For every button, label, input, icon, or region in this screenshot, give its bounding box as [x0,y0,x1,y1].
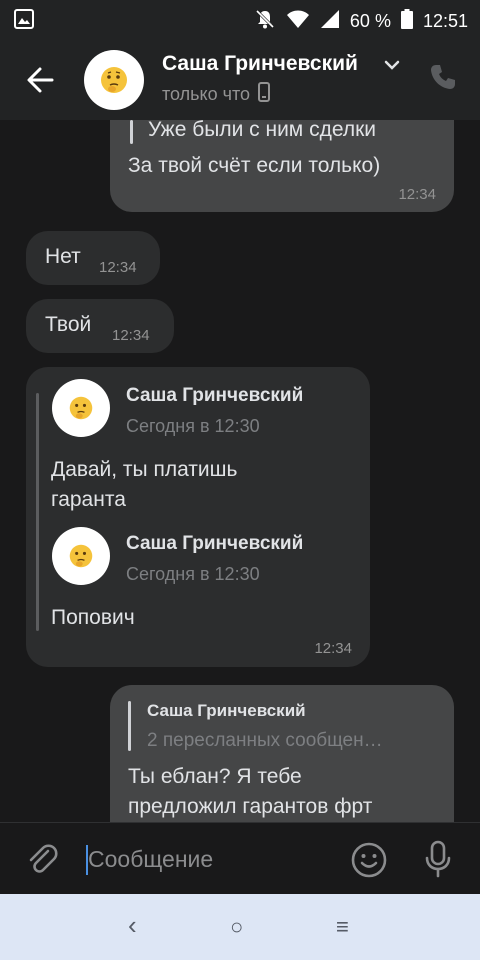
message-text: Твой [45,313,92,336]
reply-quote-text: 2 пересланных сообщен… [147,730,383,751]
thinking-face-icon [69,396,93,420]
battery-percent: 60 % [349,11,391,31]
back-button[interactable] [22,60,62,100]
message-time: 12:34 [314,640,352,657]
image-notification-icon [14,9,34,34]
online-status: только что [162,82,271,107]
forward-author[interactable]: Саша Гринчевский [126,385,303,407]
message-text: Нет [45,245,81,268]
status-text: только что [162,84,251,104]
phone-icon [431,65,455,89]
message-bubble-forwarded[interactable]: Саша Гринчевский Сегодня в 12:30 Давай, … [26,367,370,667]
mute-icon [254,8,276,35]
message-text: За твой счёт если только) [128,154,381,177]
system-nav-bar: ‹ ○ ≡ [0,894,480,960]
nav-home-button[interactable]: ○ [230,914,243,940]
forward-text: гаранта [51,488,126,511]
paperclip-icon [29,844,58,873]
message-time: 12:34 [398,186,436,203]
nav-recents-button[interactable]: ≡ [336,914,349,940]
forward-text: Давай, ты платишь [51,458,238,481]
signal-icon [320,9,340,34]
clock: 12:51 [422,11,468,31]
forward-avatar[interactable] [52,527,110,585]
attach-button[interactable] [24,841,60,882]
battery-icon [400,9,413,34]
message-bubble-incoming[interactable]: Твой 12:34 [26,299,174,353]
message-text: Ты еблан? Я тебе [128,765,302,788]
message-bubble-incoming[interactable]: Нет 12:34 [26,231,160,285]
reply-quote-text: Уже были с ним сделки [148,120,376,141]
microphone-icon [425,840,451,878]
forward-bar [36,393,39,631]
forward-date: Сегодня в 12:30 [126,416,260,436]
reply-quote-bar [128,701,131,751]
contact-avatar[interactable] [84,50,144,110]
nav-back-button[interactable]: ‹ [128,910,137,941]
message-input[interactable] [88,841,338,877]
message-list[interactable]: Уже были с ним сделки За твой счёт если … [0,120,480,822]
message-time: 12:34 [99,259,137,276]
chevron-down-icon[interactable] [384,58,400,76]
status-bar: 60 % 12:51 [0,0,480,38]
message-time: 12:34 [112,327,150,344]
message-bubble-outgoing[interactable]: Саша Гринчевский 2 пересланных сообщен… … [110,685,454,822]
forward-text: Попович [51,606,135,629]
phone-call-button[interactable] [428,62,458,97]
forward-author[interactable]: Саша Гринчевский [126,533,303,555]
message-bubble-outgoing[interactable]: Уже были с ним сделки За твой счёт если … [110,120,454,212]
reply-quote-bar [130,120,133,144]
voice-message-button[interactable] [422,839,454,884]
arrow-left-icon [27,67,54,93]
forward-date: Сегодня в 12:30 [126,564,260,584]
chat-header: Саша Гринчевский только что [0,38,480,120]
emoji-button[interactable] [350,841,388,884]
message-text: предложил гарантов фрт [128,795,373,818]
contact-name[interactable]: Саша Гринчевский [162,52,358,76]
smiley-icon [351,842,387,878]
forward-avatar[interactable] [52,379,110,437]
message-composer [0,822,480,895]
mobile-phone-icon [258,82,271,107]
reply-quote-author: Саша Гринчевский [147,701,306,720]
thinking-face-icon [101,67,127,93]
thinking-face-icon [69,544,93,568]
wifi-icon [286,9,310,34]
